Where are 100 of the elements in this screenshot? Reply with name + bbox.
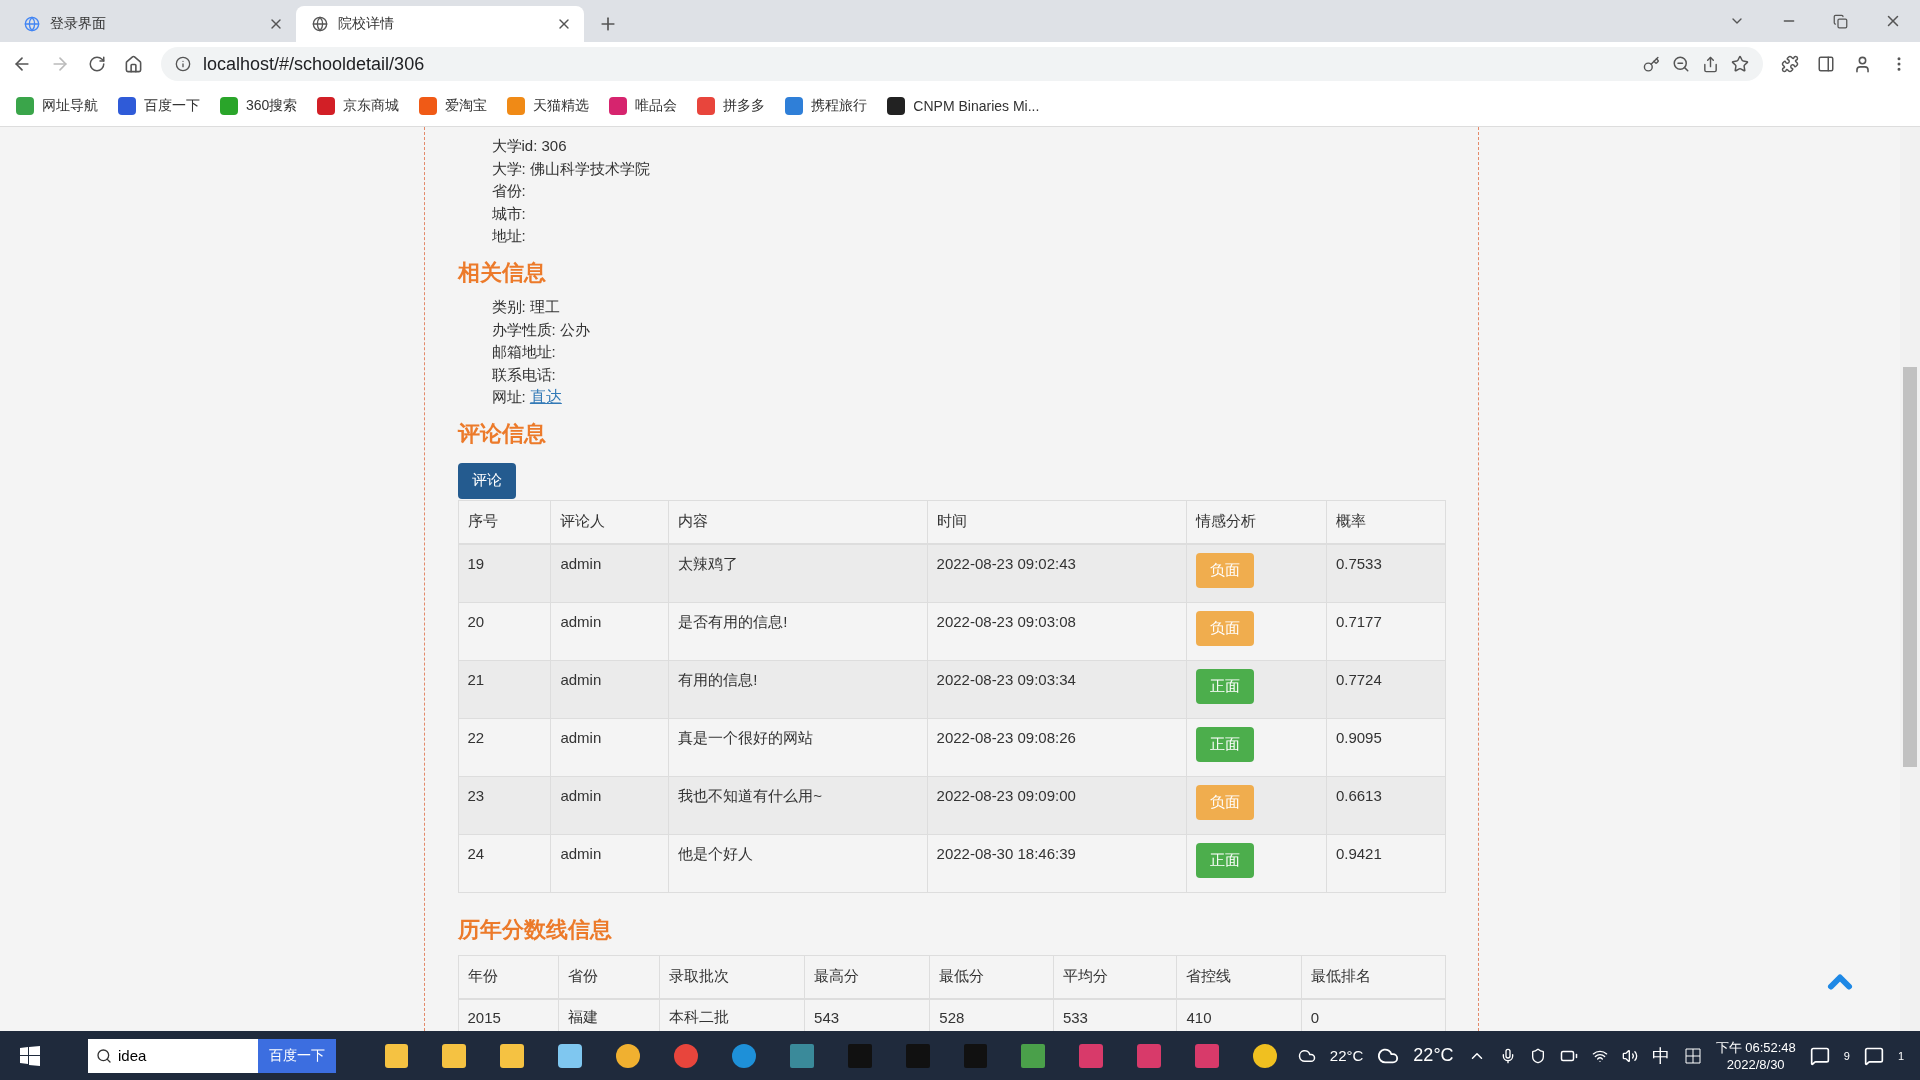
column-header: 平均分 bbox=[1053, 955, 1177, 999]
table-cell: 太辣鸡了 bbox=[668, 543, 928, 603]
volume-icon[interactable] bbox=[1621, 1047, 1638, 1064]
bookmark-link[interactable]: 携程旅行 bbox=[785, 97, 868, 115]
column-header: 情感分析 bbox=[1186, 500, 1327, 544]
bookmark-link[interactable]: 拼多多 bbox=[697, 97, 766, 115]
table-cell: admin bbox=[550, 776, 669, 835]
info-line: 邮箱地址: bbox=[491, 342, 557, 363]
info-line: 大学id: 306 bbox=[491, 136, 568, 156]
table-cell: 2022-08-23 09:03:34 bbox=[927, 660, 1187, 719]
column-header: 最高分 bbox=[804, 955, 930, 999]
table-cell: 24 bbox=[458, 834, 551, 893]
bookmark-link[interactable]: 网址导航 bbox=[16, 97, 98, 115]
app-icon[interactable] bbox=[558, 1043, 583, 1068]
table-cell: 他是个好人 bbox=[668, 834, 928, 893]
notification-icon[interactable] bbox=[1863, 1045, 1884, 1066]
column-header: 最低分 bbox=[929, 955, 1054, 999]
table-cell: 有用的信息! bbox=[668, 660, 928, 719]
column-header: 评论人 bbox=[550, 500, 669, 544]
key-icon[interactable] bbox=[1643, 55, 1660, 73]
sentiment-label: 正面 bbox=[1195, 842, 1254, 878]
table-cell: 0.9421 bbox=[1326, 834, 1445, 893]
table-cell: admin bbox=[550, 660, 669, 719]
table-cell: admin bbox=[550, 543, 669, 603]
home-icon[interactable] bbox=[124, 54, 143, 74]
table-cell: 2022-08-23 09:03:08 bbox=[927, 602, 1187, 661]
search-button[interactable]: 百度一下 bbox=[258, 1038, 336, 1073]
table-cell: 22 bbox=[458, 718, 551, 777]
zoom-out-icon[interactable] bbox=[1672, 55, 1690, 73]
restore-icon[interactable] bbox=[1833, 13, 1848, 29]
section-heading: 历年分数线信息 bbox=[457, 915, 613, 944]
table-cell: admin bbox=[550, 718, 669, 777]
column-header: 省控线 bbox=[1176, 955, 1302, 999]
profile-icon[interactable] bbox=[1853, 54, 1872, 74]
share-icon[interactable] bbox=[1702, 55, 1719, 73]
chat-icon[interactable] bbox=[1809, 1045, 1830, 1066]
table-cell: 23 bbox=[458, 776, 551, 835]
bookmark-link[interactable]: 天猫精选 bbox=[507, 97, 590, 115]
info-line: 省份: bbox=[491, 181, 527, 202]
reload-icon[interactable] bbox=[88, 55, 106, 73]
notification-count: 9 bbox=[1843, 1049, 1850, 1062]
table-cell: 2022-08-23 09:09:00 bbox=[927, 776, 1187, 835]
bookmark-link[interactable]: 爱淘宝 bbox=[419, 97, 488, 115]
app-icon[interactable] bbox=[1021, 1043, 1046, 1068]
column-header: 年份 bbox=[458, 955, 559, 999]
shield-icon[interactable] bbox=[1529, 1047, 1546, 1064]
bookmark-link[interactable]: 360搜索 bbox=[220, 97, 298, 115]
temperature-text: 22°C bbox=[1329, 1047, 1364, 1064]
table-cell: 0.7533 bbox=[1326, 543, 1445, 603]
table-cell: 真是一个很好的网站 bbox=[668, 718, 928, 777]
table-cell: 我也不知道有什么用~ bbox=[668, 776, 928, 835]
column-header: 内容 bbox=[668, 500, 928, 544]
table-cell: 0.6613 bbox=[1326, 776, 1445, 835]
sentiment-label: 负面 bbox=[1195, 784, 1254, 820]
notification-count: 1 bbox=[1897, 1049, 1905, 1062]
table-cell: 0.7177 bbox=[1326, 602, 1445, 661]
browser-tab[interactable]: 院校详情 bbox=[296, 6, 584, 42]
windows-start-icon[interactable] bbox=[20, 1045, 40, 1066]
table-cell: admin bbox=[550, 834, 669, 893]
table-cell: 21 bbox=[458, 660, 551, 719]
bookmark-link[interactable]: 京东商城 bbox=[317, 97, 400, 115]
column-header: 录取批次 bbox=[659, 955, 805, 999]
table-cell: 2022-08-30 18:46:39 bbox=[927, 834, 1187, 893]
table-cell: 2022-08-23 09:08:26 bbox=[927, 718, 1187, 777]
info-line: 地址: bbox=[491, 226, 527, 247]
info-line: 办学性质: 公办 bbox=[491, 319, 591, 340]
app-icon[interactable] bbox=[789, 1043, 814, 1068]
bookmark-link[interactable]: CNPM Binaries Mi... bbox=[887, 97, 1040, 115]
info-line: 大学: 佛山科学技术学院 bbox=[491, 158, 651, 179]
app-icon[interactable] bbox=[616, 1043, 641, 1068]
side-panel-icon[interactable] bbox=[1817, 55, 1835, 73]
input-method-text[interactable]: 中 bbox=[1651, 1043, 1670, 1068]
column-header: 最低排名 bbox=[1301, 955, 1445, 999]
info-icon bbox=[175, 56, 191, 72]
sentiment-label: 负面 bbox=[1195, 552, 1254, 588]
extensions-icon[interactable] bbox=[1781, 55, 1799, 73]
sentiment-label: 正面 bbox=[1195, 668, 1254, 704]
address-bar[interactable]: localhost/#/schooldetail/306 bbox=[161, 47, 1763, 81]
info-line: 城市: bbox=[491, 203, 527, 224]
column-header: 概率 bbox=[1326, 500, 1445, 544]
table-cell: 是否有用的信息! bbox=[668, 602, 928, 661]
section-heading: 评论信息 bbox=[457, 419, 547, 448]
info-line: 联系电话: bbox=[491, 364, 557, 385]
sentiment-label: 负面 bbox=[1195, 610, 1254, 646]
keyboard-icon[interactable] bbox=[1683, 1046, 1702, 1065]
sentiment-label: 正面 bbox=[1195, 726, 1254, 762]
browser-tab[interactable]: 登录界面 bbox=[8, 6, 296, 42]
info-line: 类别: 理工 bbox=[491, 296, 561, 317]
app-icon[interactable] bbox=[1252, 1043, 1277, 1068]
column-header: 序号 bbox=[458, 500, 551, 544]
bookmark-link[interactable]: 百度一下 bbox=[118, 97, 200, 115]
website-link[interactable]: 直达 bbox=[529, 388, 562, 406]
star-icon[interactable] bbox=[1731, 55, 1749, 73]
comment-button[interactable]: 评论 bbox=[457, 462, 516, 499]
table-cell: 20 bbox=[458, 602, 551, 661]
section-heading: 相关信息 bbox=[457, 258, 547, 287]
table-cell: admin bbox=[550, 602, 669, 661]
search-field[interactable]: idea bbox=[88, 1038, 258, 1073]
bookmark-link[interactable]: 唯品会 bbox=[609, 97, 678, 115]
clock[interactable]: 下午 06:52:48 2022/8/30 bbox=[1715, 1038, 1796, 1073]
